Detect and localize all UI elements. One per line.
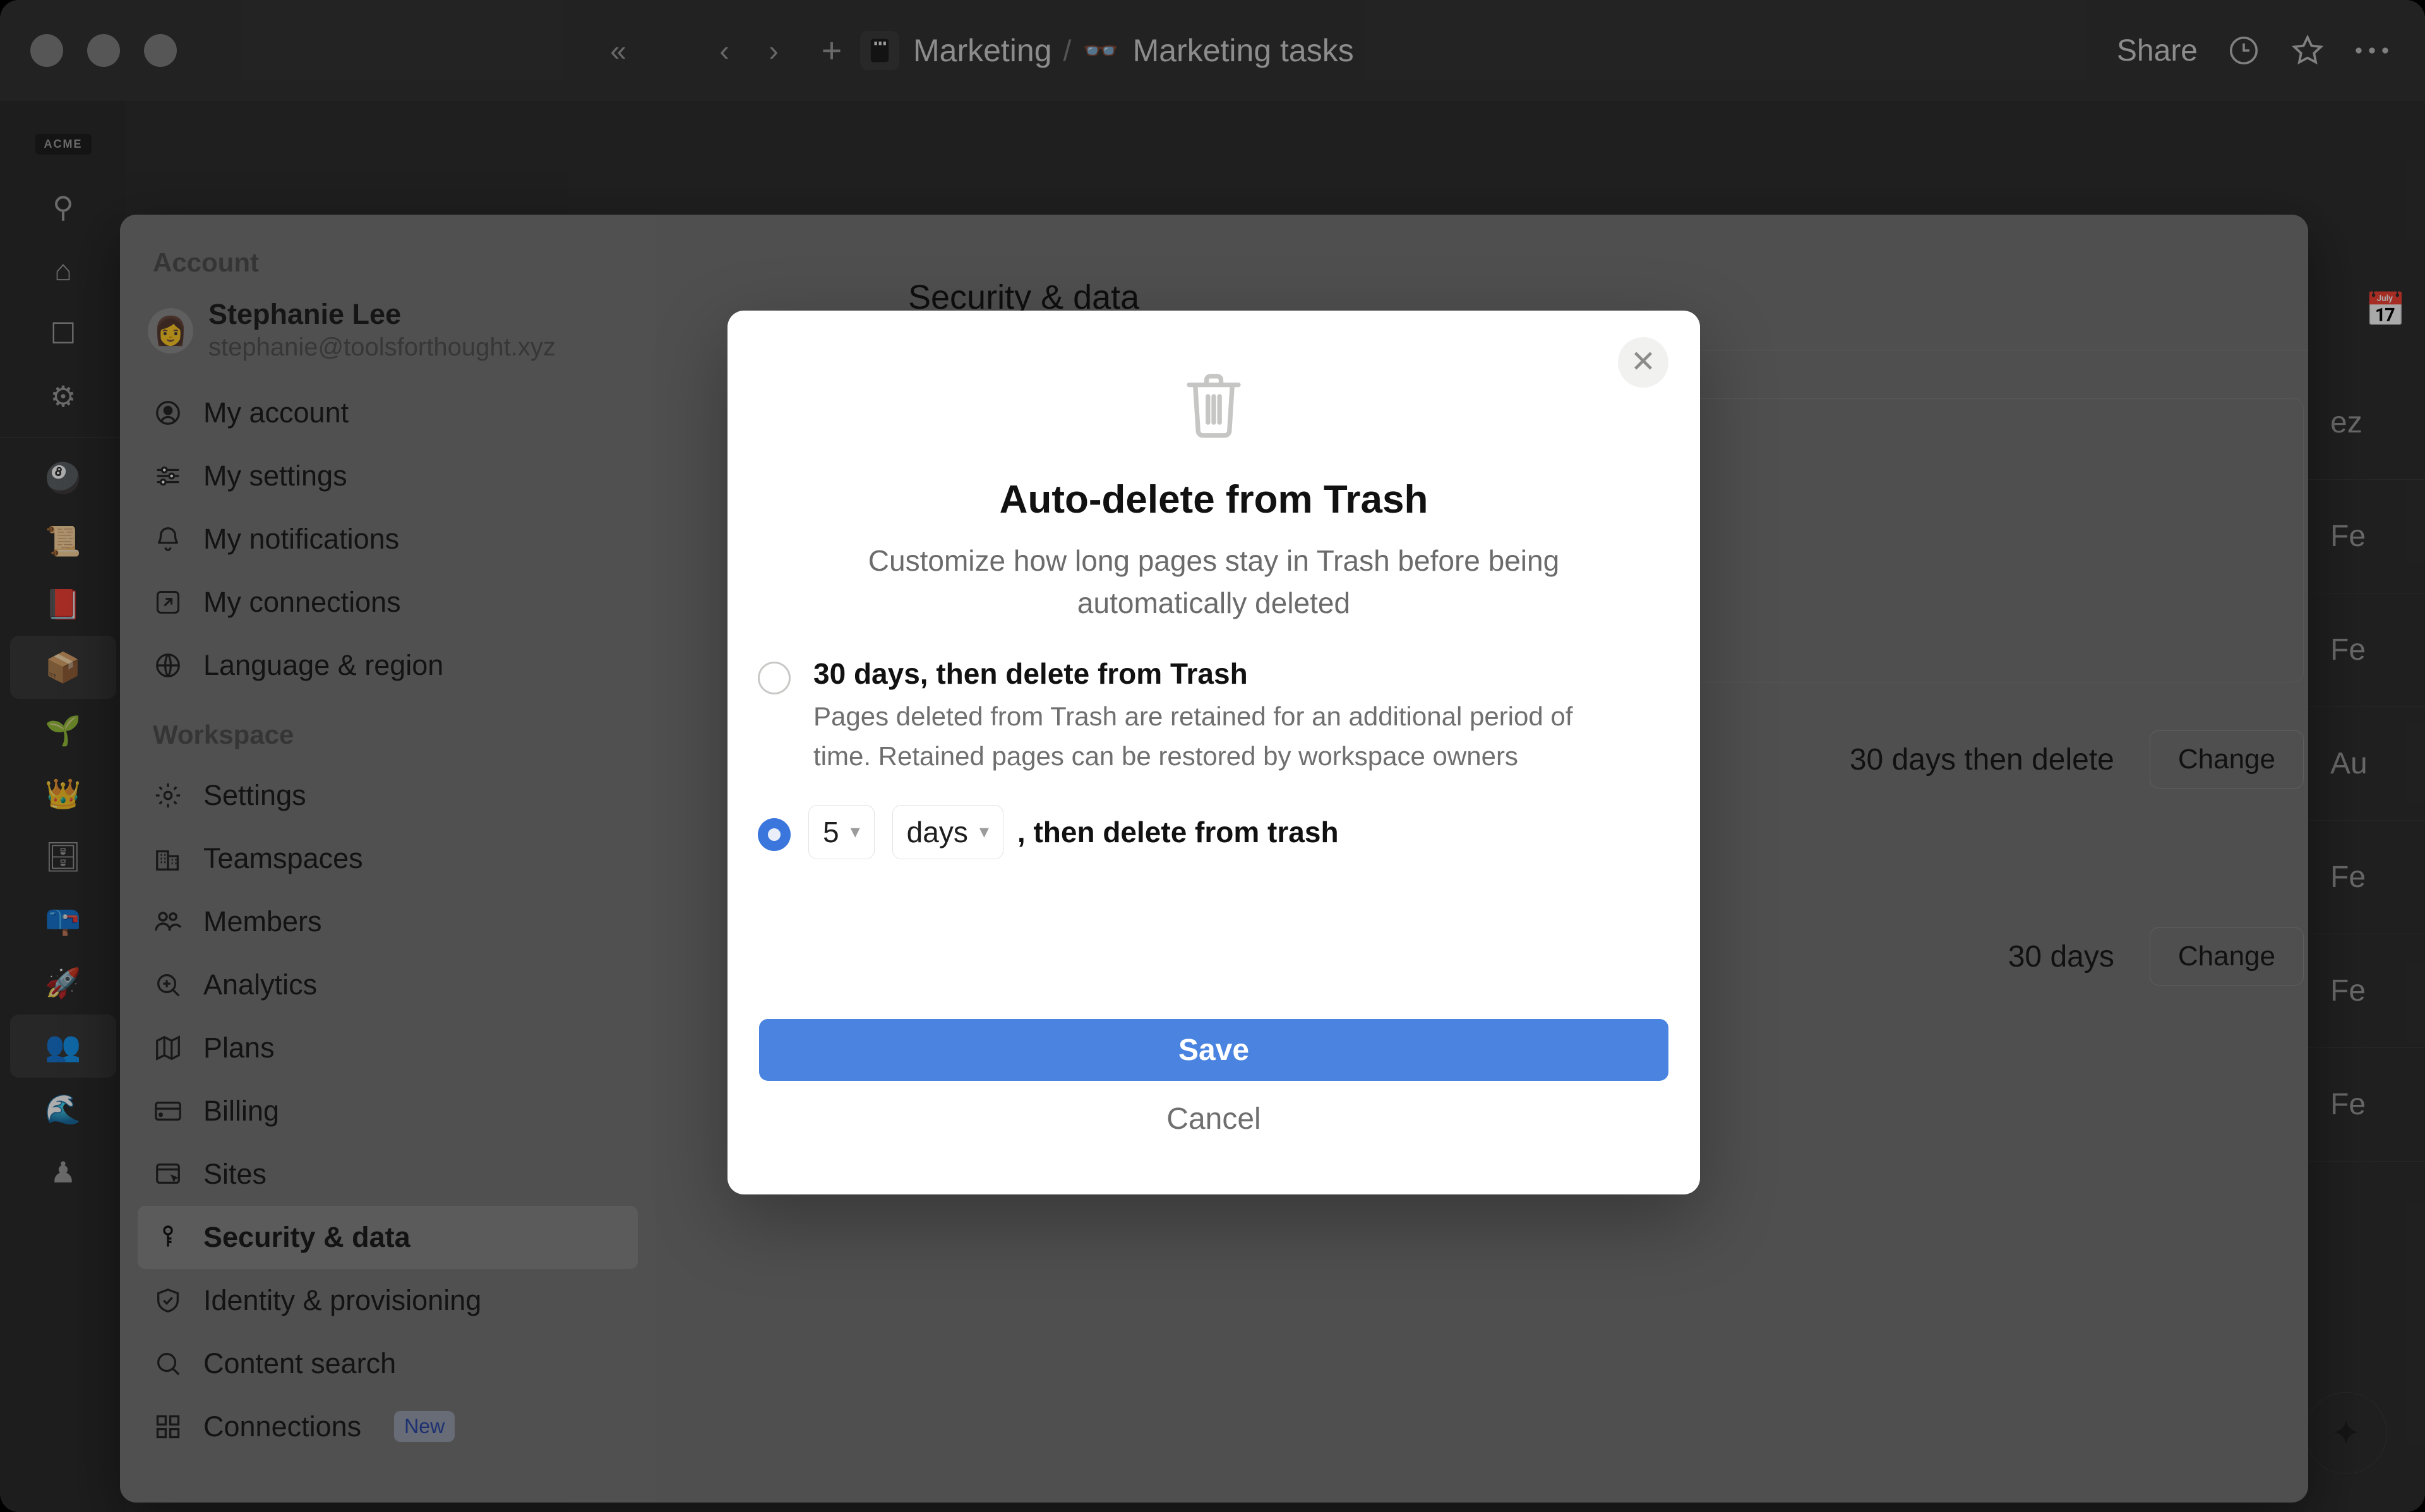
modal-subtitle: Customize how long pages stay in Trash b… (868, 544, 1560, 619)
close-icon[interactable]: ✕ (1618, 337, 1668, 388)
auto-delete-modal: ✕ Auto-delete from Trash Customize how l… (728, 311, 1700, 1194)
cancel-button[interactable]: Cancel (728, 1102, 1700, 1136)
option-30-days-body: 30 days, then delete from Trash Pages de… (813, 657, 1628, 775)
chevron-down-icon: ▾ (979, 821, 989, 843)
option-title: 30 days, then delete from Trash (813, 657, 1248, 691)
unit-select[interactable]: days ▾ (892, 804, 1003, 859)
save-button[interactable]: Save (759, 1019, 1668, 1081)
app-window: « ‹ › + Marketing / 👓 Marketing tasks Sh… (0, 0, 2425, 1512)
option-description: Pages deleted from Trash are retained fo… (813, 701, 1573, 771)
radio-30-days[interactable] (758, 662, 791, 695)
option-custom[interactable]: 5 ▾ days ▾ , then delete from trash (758, 804, 1700, 859)
radio-custom[interactable] (758, 818, 791, 851)
unit-value: days (906, 815, 968, 848)
option-30-days[interactable]: 30 days, then delete from Trash Pages de… (758, 657, 1700, 775)
trash-icon (728, 369, 1700, 444)
modal-title: Auto-delete from Trash (999, 478, 1428, 521)
option-custom-tail-text: , then delete from trash (1017, 815, 1339, 848)
chevron-down-icon: ▾ (850, 821, 860, 843)
amount-value: 5 (823, 815, 839, 848)
amount-select[interactable]: 5 ▾ (808, 804, 875, 859)
